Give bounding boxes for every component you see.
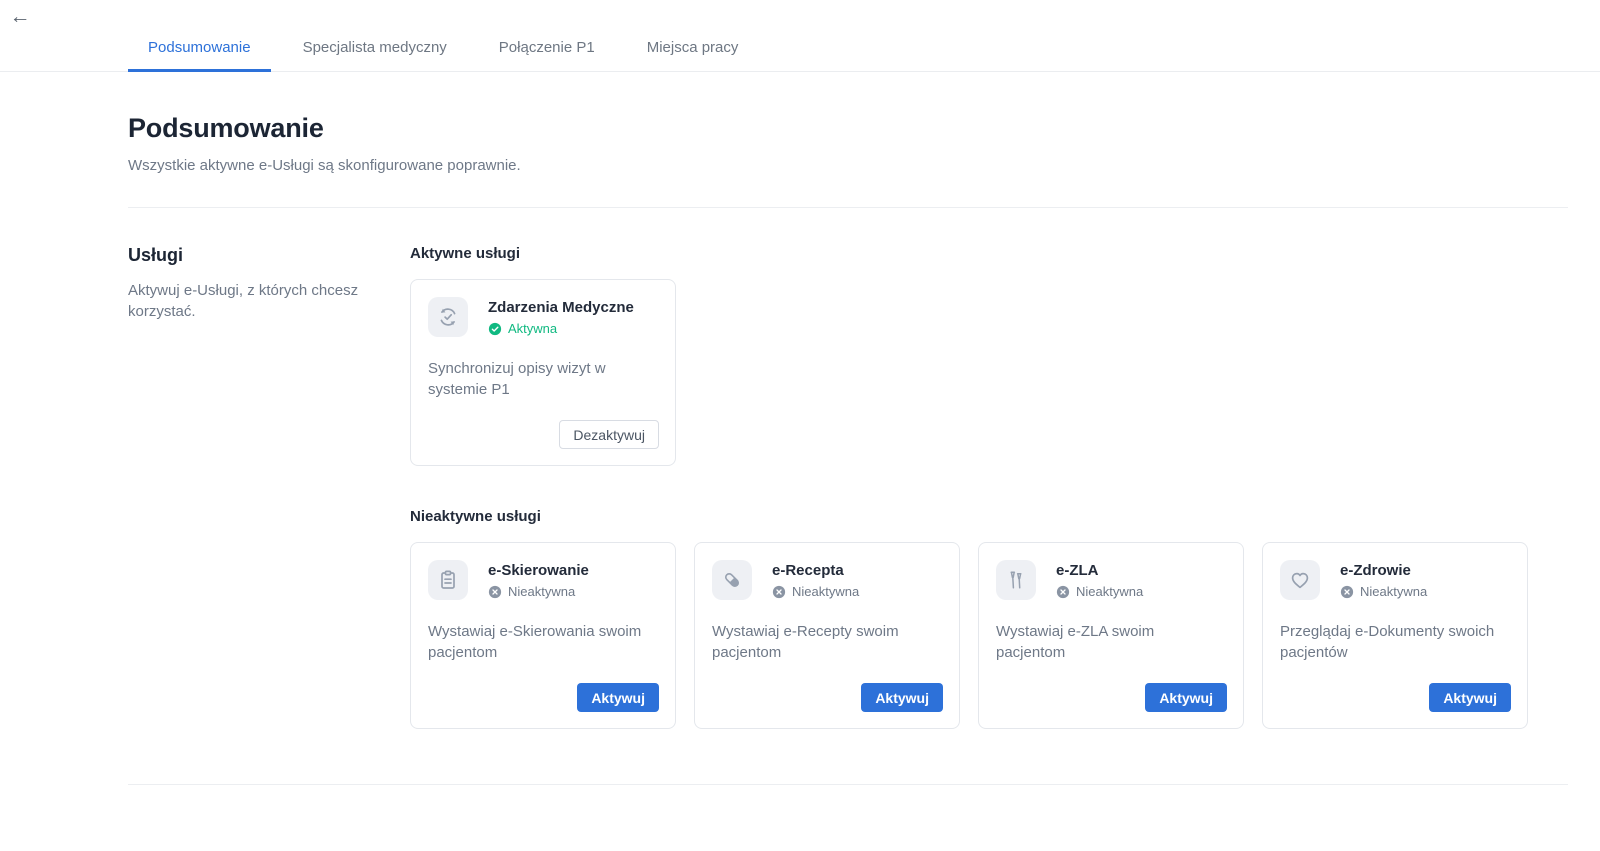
service-status-text: Nieaktywna bbox=[508, 584, 575, 599]
services-intro: Usługi Aktywuj e-Usługi, z których chces… bbox=[128, 245, 410, 729]
service-status: Aktywna bbox=[488, 321, 634, 336]
activate-button[interactable]: Aktywuj bbox=[1429, 683, 1511, 712]
back-button[interactable]: ← bbox=[6, 2, 34, 30]
service-card-e-recepta: e-Recepta Nieaktywna bbox=[694, 542, 960, 729]
tab-specjalista-medyczny[interactable]: Specjalista medyczny bbox=[283, 24, 467, 71]
page-subtitle: Wszystkie aktywne e-Usługi są skonfiguro… bbox=[128, 157, 1568, 174]
arrow-left-icon: ← bbox=[10, 6, 31, 27]
service-status: Nieaktywna bbox=[772, 584, 859, 599]
card-head-text: e-ZLA Nieaktywna bbox=[1056, 560, 1143, 600]
card-head: e-Recepta Nieaktywna bbox=[712, 560, 943, 600]
card-head: Zdarzenia Medyczne Aktywna bbox=[428, 297, 659, 337]
card-desc-wrap: Wystawiaj e-ZLA swoim pacjentom bbox=[996, 600, 1227, 683]
inactive-services-label: Nieaktywne usługi bbox=[410, 508, 1528, 525]
card-foot: Aktywuj bbox=[712, 683, 943, 712]
service-name: e-Recepta bbox=[772, 562, 859, 579]
service-card-e-skierowanie: e-Skierowanie Nieaktywna bbox=[410, 542, 676, 729]
tab-polaczenie-p1[interactable]: Połączenie P1 bbox=[479, 24, 615, 71]
service-description: Przeglądaj e-Dokumenty swoich pacjentów bbox=[1280, 621, 1511, 663]
service-description: Wystawiaj e-ZLA swoim pacjentom bbox=[996, 621, 1227, 663]
card-foot: Aktywuj bbox=[996, 683, 1227, 712]
settings-tabbar: Podsumowanie Specjalista medyczny Połącz… bbox=[0, 24, 1600, 72]
services-section: Usługi Aktywuj e-Usługi, z których chces… bbox=[128, 245, 1568, 729]
x-circle-icon bbox=[1340, 585, 1354, 599]
page-title: Podsumowanie bbox=[128, 113, 1568, 144]
services-heading: Usługi bbox=[128, 245, 410, 266]
service-status-text: Aktywna bbox=[508, 321, 557, 336]
card-foot: Aktywuj bbox=[428, 683, 659, 712]
x-circle-icon bbox=[488, 585, 502, 599]
service-card-e-zdrowie: e-Zdrowie Nieaktywna bbox=[1262, 542, 1528, 729]
services-lists: Aktywne usługi bbox=[410, 245, 1528, 729]
card-head: e-Skierowanie Nieaktywna bbox=[428, 560, 659, 600]
service-status-text: Nieaktywna bbox=[792, 584, 859, 599]
card-desc-wrap: Synchronizuj opisy wizyt w systemie P1 bbox=[428, 337, 659, 420]
card-desc-wrap: Wystawiaj e-Recepty swoim pacjentom bbox=[712, 600, 943, 683]
crutches-icon bbox=[996, 560, 1036, 600]
x-circle-icon bbox=[1056, 585, 1070, 599]
service-status: Nieaktywna bbox=[1056, 584, 1143, 599]
x-circle-icon bbox=[772, 585, 786, 599]
service-name: e-Skierowanie bbox=[488, 562, 589, 579]
card-head-text: e-Skierowanie Nieaktywna bbox=[488, 560, 589, 600]
card-foot: Dezaktywuj bbox=[428, 420, 659, 449]
service-card-zdarzenia-medyczne: Zdarzenia Medyczne Aktywna bbox=[410, 279, 676, 466]
service-name: e-Zdrowie bbox=[1340, 562, 1427, 579]
bottom-divider bbox=[128, 784, 1568, 785]
activate-button[interactable]: Aktywuj bbox=[861, 683, 943, 712]
card-head: e-Zdrowie Nieaktywna bbox=[1280, 560, 1511, 600]
card-head-text: Zdarzenia Medyczne Aktywna bbox=[488, 297, 634, 337]
service-name: e-ZLA bbox=[1056, 562, 1143, 579]
service-description: Wystawiaj e-Skierowania swoim pacjentom bbox=[428, 621, 659, 663]
clipboard-icon bbox=[428, 560, 468, 600]
sync-check-icon bbox=[428, 297, 468, 337]
heart-icon bbox=[1280, 560, 1320, 600]
check-circle-icon bbox=[488, 322, 502, 336]
card-desc-wrap: Przeglądaj e-Dokumenty swoich pacjentów bbox=[1280, 600, 1511, 683]
active-services-row: Zdarzenia Medyczne Aktywna bbox=[410, 279, 1528, 466]
services-description: Aktywuj e-Usługi, z których chcesz korzy… bbox=[128, 280, 363, 322]
deactivate-button[interactable]: Dezaktywuj bbox=[559, 420, 659, 449]
activate-button[interactable]: Aktywuj bbox=[577, 683, 659, 712]
main-content: Podsumowanie Wszystkie aktywne e-Usługi … bbox=[0, 113, 1600, 729]
service-status: Nieaktywna bbox=[488, 584, 589, 599]
service-description: Synchronizuj opisy wizyt w systemie P1 bbox=[428, 358, 659, 400]
service-status-text: Nieaktywna bbox=[1076, 584, 1143, 599]
service-description: Wystawiaj e-Recepty swoim pacjentom bbox=[712, 621, 943, 663]
service-status: Nieaktywna bbox=[1340, 584, 1427, 599]
activate-button[interactable]: Aktywuj bbox=[1145, 683, 1227, 712]
tab-miejsca-pracy[interactable]: Miejsca pracy bbox=[627, 24, 759, 71]
card-desc-wrap: Wystawiaj e-Skierowania swoim pacjentom bbox=[428, 600, 659, 683]
pill-icon bbox=[712, 560, 752, 600]
card-head: e-ZLA Nieaktywna bbox=[996, 560, 1227, 600]
card-foot: Aktywuj bbox=[1280, 683, 1511, 712]
active-services-label: Aktywne usługi bbox=[410, 245, 1528, 262]
top-divider bbox=[128, 207, 1568, 208]
inactive-services-row: e-Skierowanie Nieaktywna bbox=[410, 542, 1528, 729]
service-card-e-zla: e-ZLA Nieaktywna bbox=[978, 542, 1244, 729]
service-name: Zdarzenia Medyczne bbox=[488, 299, 634, 316]
card-head-text: e-Recepta Nieaktywna bbox=[772, 560, 859, 600]
tab-podsumowanie[interactable]: Podsumowanie bbox=[128, 24, 271, 71]
card-head-text: e-Zdrowie Nieaktywna bbox=[1340, 560, 1427, 600]
service-status-text: Nieaktywna bbox=[1360, 584, 1427, 599]
